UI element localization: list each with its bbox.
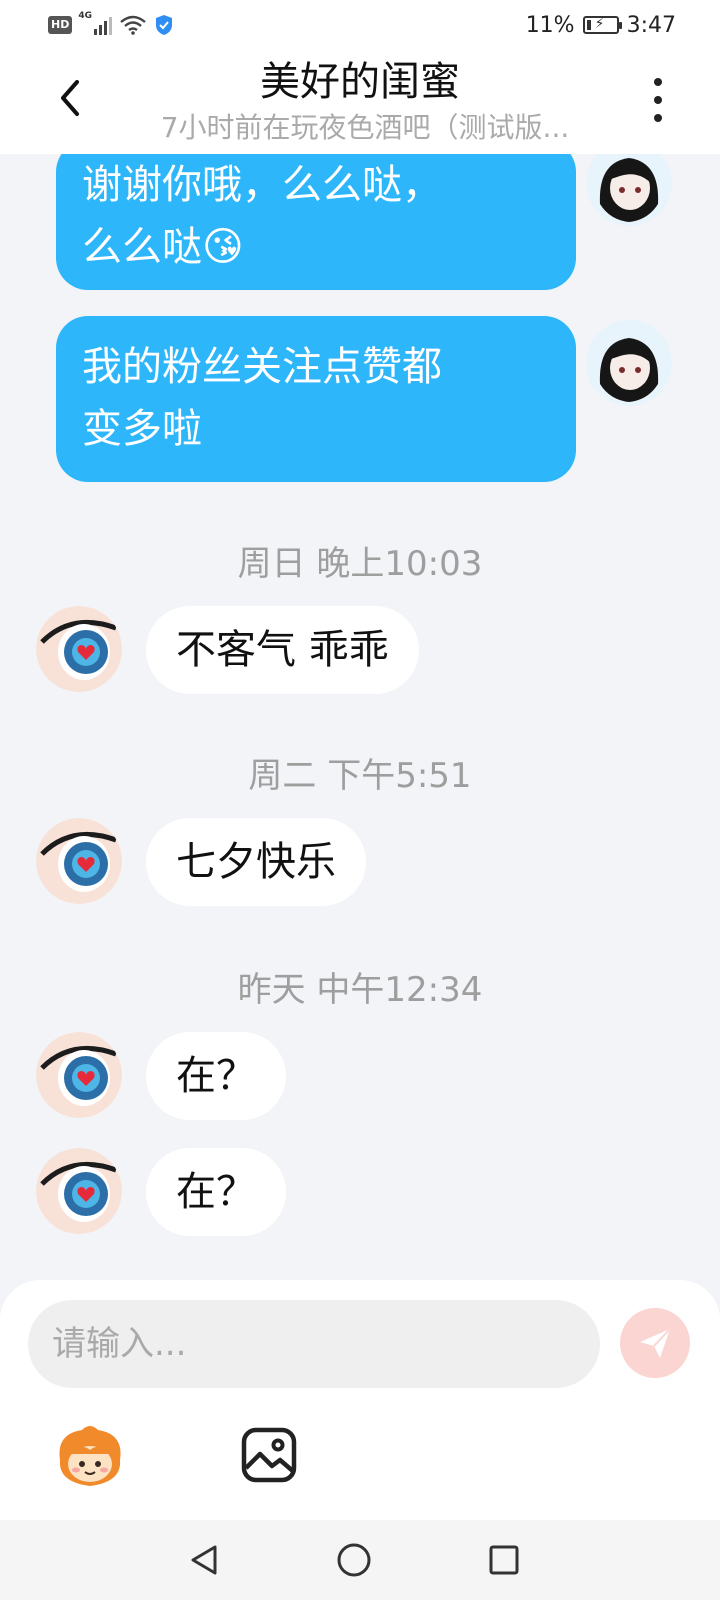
network-type-label: 4G xyxy=(78,11,92,21)
contact-avatar[interactable] xyxy=(36,1148,122,1234)
my-avatar[interactable] xyxy=(586,320,672,406)
contact-name: 美好的闺蜜 xyxy=(260,59,460,105)
clock: 3:47 xyxy=(626,12,676,38)
paper-plane-icon xyxy=(640,1328,671,1358)
contact-avatar[interactable] xyxy=(36,1032,122,1118)
cellular-signal-icon: 4G xyxy=(78,11,113,35)
hd-badge: HD xyxy=(48,16,73,34)
incoming-message-bubble[interactable]: 在？ xyxy=(146,1032,286,1120)
incoming-message-bubble[interactable]: 不客气 乖乖 xyxy=(146,606,419,694)
contact-avatar[interactable] xyxy=(36,606,122,692)
incoming-message-bubble[interactable]: 七夕快乐 xyxy=(146,818,366,906)
incoming-message-bubble[interactable]: 在？ xyxy=(146,1148,286,1236)
circle-home-icon xyxy=(337,1543,371,1577)
status-right-icons: 11% ⚡ 3:47 xyxy=(526,13,676,38)
message-line: 谢谢你哦，么么哒， xyxy=(82,162,442,208)
avatar-anime-eye-icon xyxy=(36,1148,122,1234)
avatar-anime-eye-icon xyxy=(36,818,122,904)
vertical-ellipsis-icon xyxy=(654,78,662,86)
nav-recent-button[interactable] xyxy=(484,1540,524,1580)
battery-percent: 11% xyxy=(525,12,575,38)
avatar-girl-icon xyxy=(586,320,672,406)
send-button[interactable] xyxy=(620,1308,690,1378)
chat-message-list[interactable]: 谢谢你哦，么么哒， 么么哒😘 我的粉丝关注点赞都 变多啦 周日 晚上10:03 xyxy=(0,154,720,1280)
message-line: 我的粉丝关注点赞都 xyxy=(82,344,442,390)
outgoing-message-bubble[interactable]: 我的粉丝关注点赞都 变多啦 xyxy=(56,316,576,482)
image-picker-button[interactable] xyxy=(238,1424,300,1486)
battery-icon: ⚡ xyxy=(582,16,622,34)
status-left-icons: HD 4G xyxy=(48,11,174,36)
chevron-left-icon xyxy=(61,80,79,116)
nav-back-button[interactable] xyxy=(184,1540,224,1580)
message-composer xyxy=(0,1280,720,1520)
message-input[interactable] xyxy=(28,1300,600,1388)
triangle-back-icon xyxy=(191,1545,217,1575)
system-navigation-bar xyxy=(0,1520,720,1600)
wifi-icon xyxy=(120,15,147,35)
square-recent-icon xyxy=(489,1545,519,1575)
avatar-girl-icon xyxy=(586,154,672,226)
sticker-button[interactable] xyxy=(52,1420,128,1496)
outgoing-message-bubble[interactable]: 谢谢你哦，么么哒， 么么哒😘 xyxy=(56,154,576,290)
nav-home-button[interactable] xyxy=(334,1540,374,1580)
message-timestamp: 周日 晚上10:03 xyxy=(237,544,483,584)
security-shield-icon xyxy=(156,15,173,35)
more-options-button[interactable] xyxy=(638,78,678,122)
avatar-anime-eye-icon xyxy=(36,1032,122,1118)
image-icon xyxy=(241,1427,297,1483)
status-bar: HD 4G 11% ⚡ 3:47 xyxy=(0,0,720,50)
message-line: 么么哒😘 xyxy=(82,224,244,270)
contact-activity-status: 7小时前在玩夜色酒吧（测试版... xyxy=(160,111,570,144)
chat-header: 美好的闺蜜 7小时前在玩夜色酒吧（测试版... xyxy=(0,50,720,154)
contact-avatar[interactable] xyxy=(36,818,122,904)
message-line: 变多啦 xyxy=(82,406,202,452)
message-timestamp: 周二 下午5:51 xyxy=(248,756,472,796)
avatar-anime-eye-icon xyxy=(36,606,122,692)
sticker-face-icon xyxy=(59,1426,121,1486)
my-avatar[interactable] xyxy=(586,154,672,226)
message-timestamp: 昨天 中午12:34 xyxy=(237,970,483,1010)
back-button[interactable] xyxy=(44,72,96,124)
